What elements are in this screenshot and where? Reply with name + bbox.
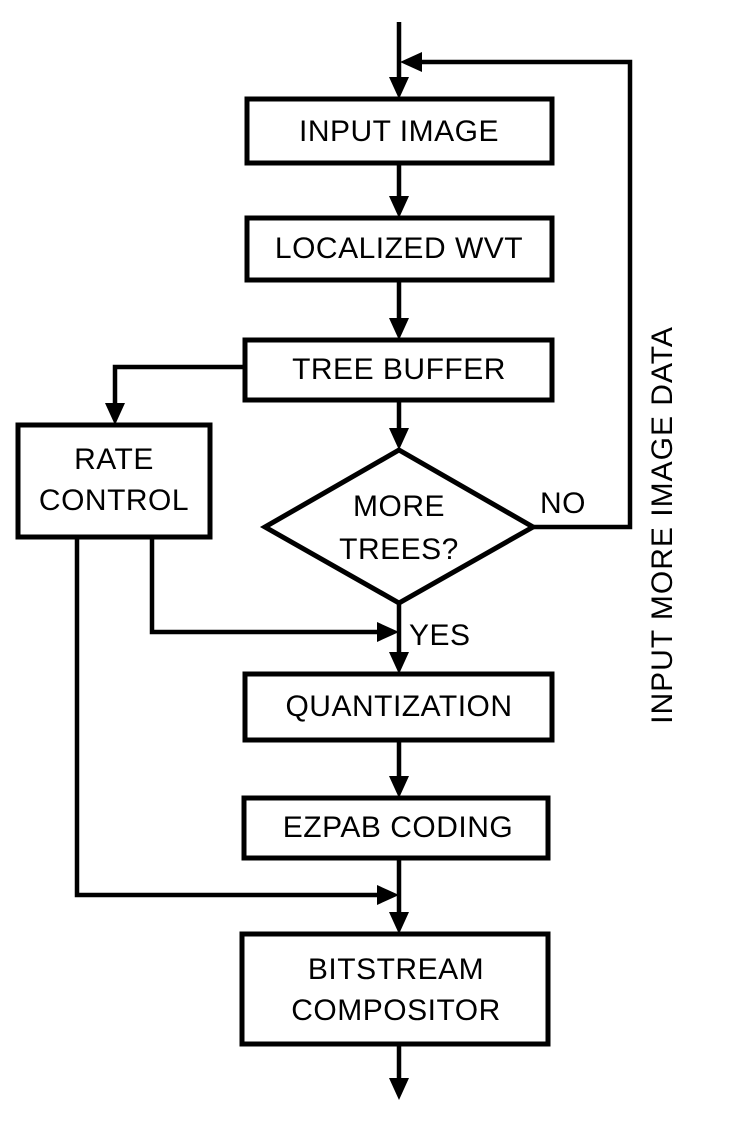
node-input-image-label: INPUT IMAGE bbox=[299, 115, 499, 148]
edge-label-yes: YES bbox=[409, 619, 471, 652]
node-tree-buffer-label: TREE BUFFER bbox=[292, 353, 506, 386]
node-bitstream-compositor-label-line1: BITSTREAM bbox=[308, 953, 484, 986]
node-more-trees-label-line2: TREES? bbox=[339, 533, 459, 566]
node-rate-control-label-line1: RATE bbox=[74, 443, 154, 476]
node-input-image[interactable]: INPUT IMAGE bbox=[244, 96, 555, 166]
connector-treebuffer-to-decision bbox=[389, 400, 409, 450]
flowchart-canvas: INPUT IMAGE LOCALIZED WVT TREE BUFFER RA… bbox=[15, 22, 679, 1100]
node-quantization[interactable]: QUANTIZATION bbox=[242, 671, 555, 743]
flowchart-diagram: INPUT IMAGE LOCALIZED WVT TREE BUFFER RA… bbox=[0, 0, 750, 1123]
node-tree-buffer[interactable]: TREE BUFFER bbox=[242, 337, 555, 403]
connector-quantization-to-ezpab bbox=[389, 740, 409, 798]
edge-label-no: NO bbox=[540, 487, 586, 520]
node-localized-wvt[interactable]: LOCALIZED WVT bbox=[244, 215, 555, 283]
node-rate-control[interactable]: RATE CONTROL bbox=[15, 422, 213, 540]
node-ezpab-coding[interactable]: EZPAB CODING bbox=[241, 795, 551, 861]
node-bitstream-compositor[interactable]: BITSTREAM COMPOSITOR bbox=[239, 931, 551, 1047]
node-quantization-label: QUANTIZATION bbox=[285, 690, 512, 723]
connector-treebuffer-to-ratecontrol bbox=[105, 364, 245, 425]
connector-input-to-wvt bbox=[389, 163, 409, 218]
connector-yes-to-quantization bbox=[389, 603, 409, 674]
node-rate-control-label-line2: CONTROL bbox=[39, 484, 189, 517]
node-more-trees-label-line1: MORE bbox=[353, 490, 445, 523]
node-more-trees-decision[interactable]: MORE TREES? bbox=[259, 447, 539, 606]
connector-wvt-to-treebuffer bbox=[389, 280, 409, 340]
node-localized-wvt-label: LOCALIZED WVT bbox=[275, 232, 523, 265]
connector-exit bbox=[389, 1044, 409, 1100]
edge-label-input-more-image-data: INPUT MORE IMAGE DATA bbox=[646, 326, 679, 724]
node-bitstream-compositor-label-line2: COMPOSITOR bbox=[291, 994, 500, 1027]
node-ezpab-coding-label: EZPAB CODING bbox=[283, 811, 513, 844]
